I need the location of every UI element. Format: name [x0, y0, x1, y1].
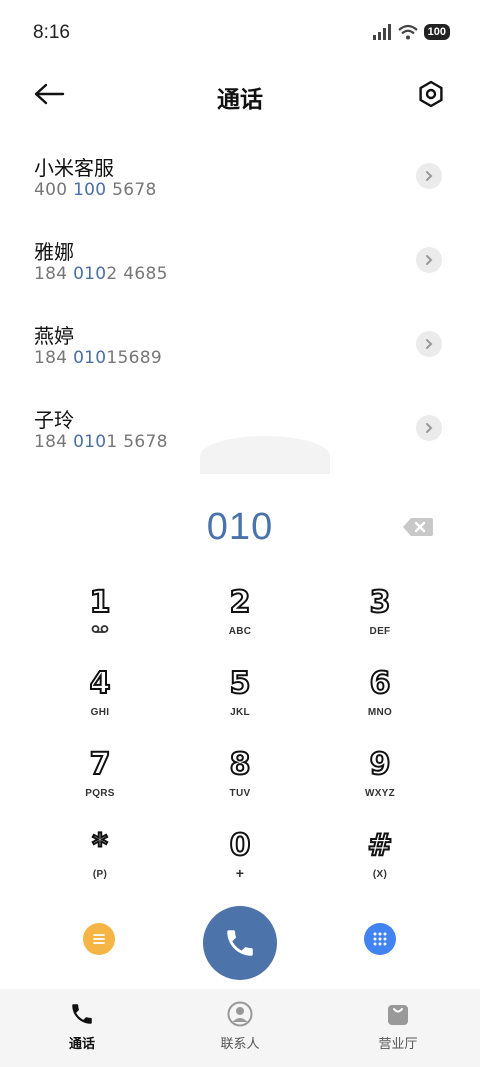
key-digit: 3 — [369, 585, 392, 621]
backspace-icon — [403, 518, 433, 536]
nav-tab-store[interactable]: 营业厅 — [338, 1001, 458, 1052]
status-time: 8:16 — [33, 22, 70, 43]
person-icon — [227, 1001, 253, 1027]
dial-key-8[interactable]: 8 TUV — [180, 747, 300, 818]
gear-icon — [419, 80, 443, 108]
call-button[interactable] — [203, 906, 277, 980]
contact-list: 小米客服 400 100 5678 雅娜 184 0102 4685 燕婷 18… — [0, 140, 480, 476]
voicemail-icon — [91, 625, 109, 633]
dial-key-4[interactable]: 4 GHI — [40, 666, 160, 737]
contact-name: 燕婷 — [34, 324, 74, 348]
key-digit: 5 — [229, 666, 252, 702]
status-bar: 8:16 100 — [0, 0, 480, 68]
key-letters: (P) — [92, 869, 108, 880]
contact-number: 184 0101 5678 — [34, 432, 168, 452]
contact-row[interactable]: 小米客服 400 100 5678 — [0, 140, 480, 224]
menu-icon — [93, 934, 105, 944]
key-digit: 9 — [369, 747, 392, 783]
chevron-right-icon — [426, 423, 433, 433]
contact-detail-button[interactable] — [416, 163, 442, 189]
key-digit: * — [91, 828, 109, 864]
background-decoration — [200, 436, 330, 476]
dial-key-5[interactable]: 5 JKL — [180, 666, 300, 737]
dial-key-3[interactable]: 3 DEF — [320, 585, 440, 656]
contact-number: 400 100 5678 — [34, 180, 157, 200]
key-letters: TUV — [229, 788, 251, 799]
shopping-bag-icon — [388, 1005, 408, 1025]
page-title: 通话 — [217, 87, 263, 113]
key-digit: 0 — [229, 828, 252, 864]
menu-button[interactable] — [83, 923, 115, 955]
dialpad-toggle-button[interactable] — [364, 923, 396, 955]
contact-detail-button[interactable] — [416, 415, 442, 441]
settings-button[interactable] — [414, 77, 448, 111]
nav-tab-contacts[interactable]: 联系人 — [180, 1001, 300, 1052]
key-digit: 6 — [369, 666, 392, 702]
dialpad-grid-icon — [373, 932, 387, 946]
battery-indicator: 100 — [423, 24, 450, 40]
key-letters: WXYZ — [364, 788, 396, 799]
key-letters: ABC — [228, 626, 252, 637]
dial-key-7[interactable]: 7 PQRS — [40, 747, 160, 818]
dial-key-9[interactable]: 9 WXYZ — [320, 747, 440, 818]
dial-key-hash[interactable]: # (X) — [320, 828, 440, 899]
contact-number: 184 0102 4685 — [34, 264, 168, 284]
key-digit: 8 — [229, 747, 252, 783]
key-digit: 2 — [229, 585, 252, 621]
key-letters: GHI — [90, 707, 110, 718]
bottom-nav: 通话 联系人 营业厅 — [0, 989, 480, 1067]
wifi-icon — [397, 24, 418, 40]
signal-icon — [372, 24, 391, 40]
nav-label: 通话 — [68, 1037, 95, 1052]
contact-name: 小米客服 — [34, 156, 114, 180]
contact-row[interactable]: 燕婷 184 01015689 — [0, 308, 480, 392]
dial-key-1[interactable]: 1 — [40, 585, 160, 656]
key-letters: JKL — [230, 707, 250, 718]
key-digit: # — [366, 828, 393, 864]
contact-detail-button[interactable] — [416, 331, 442, 357]
nav-tab-calls[interactable]: 通话 — [22, 1001, 142, 1052]
header: 通话 — [0, 68, 480, 120]
key-letters: + — [235, 865, 245, 881]
key-digit: 7 — [89, 747, 112, 783]
key-letters: DEF — [369, 626, 391, 637]
chevron-right-icon — [426, 255, 433, 265]
key-letters: (X) — [372, 869, 388, 880]
phone-icon — [227, 930, 253, 956]
phone-icon — [72, 1004, 92, 1024]
key-digit: 1 — [89, 585, 112, 621]
chevron-right-icon — [426, 171, 433, 181]
key-letters: PQRS — [85, 788, 115, 799]
contact-row[interactable]: 雅娜 184 0102 4685 — [0, 224, 480, 308]
dial-key-0[interactable]: 0 + — [180, 828, 300, 899]
contact-detail-button[interactable] — [416, 247, 442, 273]
dial-key-6[interactable]: 6 MNO — [320, 666, 440, 737]
contact-name: 子玲 — [34, 408, 74, 432]
backspace-button[interactable] — [402, 516, 434, 538]
contact-number: 184 01015689 — [34, 348, 163, 368]
nav-label: 联系人 — [220, 1037, 260, 1052]
status-icons: 100 — [372, 24, 450, 40]
dialpad-panel: 010 1 2 ABC 3 DEF 4 GHI 5 JKL 6 MNO 7 PQ… — [0, 474, 480, 989]
nav-label: 营业厅 — [378, 1037, 418, 1052]
dial-key-2[interactable]: 2 ABC — [180, 585, 300, 656]
key-digit: 4 — [89, 666, 112, 702]
key-letters: MNO — [367, 707, 393, 718]
chevron-right-icon — [426, 339, 433, 349]
dial-key-star[interactable]: * (P) — [40, 828, 160, 899]
contact-name: 雅娜 — [34, 240, 74, 264]
